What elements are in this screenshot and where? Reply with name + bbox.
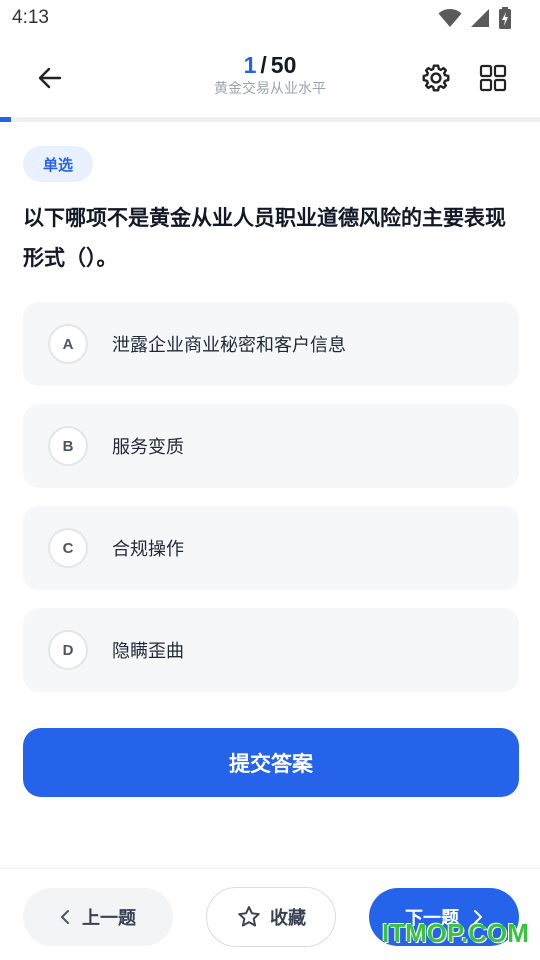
star-icon — [238, 906, 260, 927]
app-header: 1/50 黄金交易从业水平 — [0, 36, 540, 118]
exam-subtitle: 黄金交易从业水平 — [214, 81, 326, 97]
progress-bar-fill — [0, 117, 11, 122]
submit-answer-button[interactable]: 提交答案 — [23, 728, 519, 797]
question-type-badge: 单选 — [23, 146, 93, 182]
battery-icon — [499, 7, 511, 29]
settings-button[interactable] — [416, 58, 456, 98]
previous-question-button[interactable]: 上一题 — [23, 888, 173, 946]
option-letter: C — [48, 528, 88, 568]
option-text: 服务变质 — [112, 437, 184, 458]
option-b[interactable]: B 服务变质 — [23, 404, 519, 488]
counter-separator: / — [260, 52, 267, 78]
status-time: 4:13 — [12, 7, 49, 28]
signal-icon — [471, 9, 489, 27]
option-a[interactable]: A 泄露企业商业秘密和客户信息 — [23, 302, 519, 386]
option-letter: B — [48, 426, 88, 466]
question-text: 以下哪项不是黄金从业人员职业道德风险的主要表现形式（）。 — [23, 206, 506, 270]
header-title-block: 1/50 黄金交易从业水平 — [120, 50, 420, 98]
watermark: ITMOP.COM — [382, 918, 529, 948]
back-arrow-icon — [38, 67, 62, 89]
settings-gear-icon — [422, 64, 450, 92]
option-letter: D — [48, 630, 88, 670]
favorite-button[interactable]: 收藏 — [206, 887, 336, 947]
status-bar: 4:13 — [0, 0, 540, 36]
option-text: 隐瞒歪曲 — [112, 641, 184, 662]
chevron-left-icon — [61, 910, 69, 924]
status-icons — [438, 7, 512, 29]
option-text: 泄露企业商业秘密和客户信息 — [112, 335, 346, 356]
wifi-icon — [438, 9, 462, 27]
current-question-number: 1 — [243, 52, 257, 78]
option-text: 合规操作 — [112, 539, 184, 560]
back-button[interactable] — [30, 58, 70, 98]
favorite-label: 收藏 — [270, 908, 306, 929]
grid-icon — [479, 64, 507, 92]
option-d[interactable]: D 隐瞒歪曲 — [23, 608, 519, 692]
question-counter: 1/50 — [120, 50, 420, 80]
option-letter: A — [48, 324, 88, 364]
progress-bar — [0, 117, 540, 122]
total-question-count: 50 — [270, 52, 297, 78]
question-grid-button[interactable] — [473, 58, 513, 98]
option-c[interactable]: C 合规操作 — [23, 506, 519, 590]
previous-question-label: 上一题 — [82, 908, 136, 929]
